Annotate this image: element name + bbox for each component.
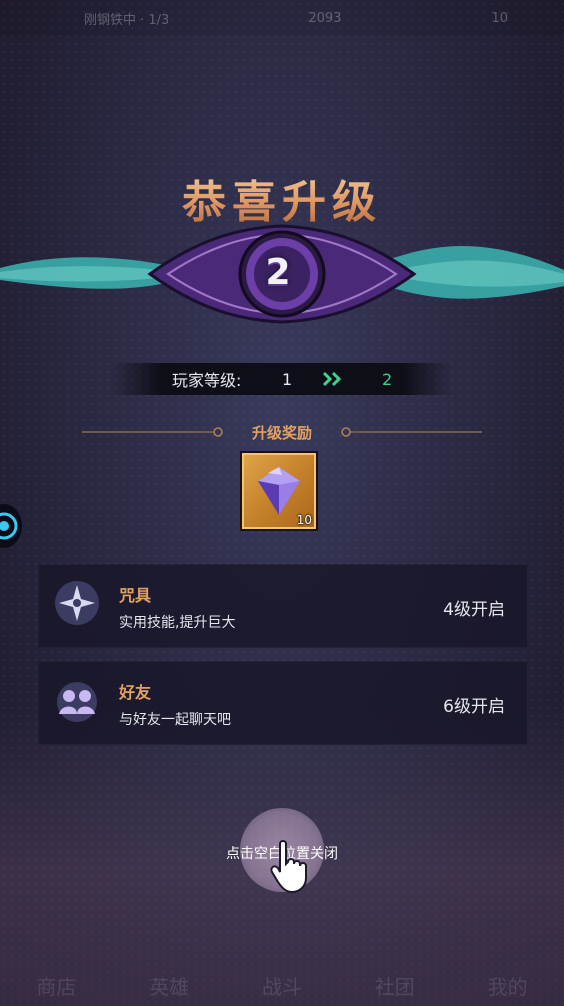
coin-count: 2093 [308,10,342,26]
player-level-new: 2 [382,369,393,389]
level-up-title: 恭喜升级 [0,166,564,230]
stage-label: 刚钢铁中 · 1/3 [84,12,170,28]
tap-hand-icon [270,840,307,894]
reward-item-slot[interactable]: 10 [240,451,318,531]
nav-item: 商店 [36,975,77,999]
reward-title: 升级奖励 [251,424,312,442]
feature-unlock-status: 4级开启 [443,600,505,620]
nav-item: 战斗 [261,975,302,999]
nav-item: 英雄 [149,975,190,999]
feature-name: 咒具 [119,586,152,605]
new-level-number: 2 [265,252,291,293]
rune-icon [0,512,18,540]
feature-description: 与好友一起聊天吧 [119,712,231,728]
nav-item: 我的 [487,975,528,999]
friends-icon [57,682,97,722]
side-shortcut-button[interactable] [0,504,22,548]
energy-count: 10 [491,10,508,26]
nav-item: 社团 [374,975,415,999]
player-level-bar: 玩家等级: 1 2 [110,363,454,395]
feature-description: 实用技能,提升巨大 [119,615,236,631]
shuriken-icon [55,581,99,625]
reward-item-count: 10 [296,513,312,527]
player-level-old: 1 [282,369,293,389]
feature-name: 好友 [119,683,152,702]
feature-unlock-status: 6级开启 [443,697,505,717]
player-level-label: 玩家等级: [172,371,242,390]
feature-row-curse-tool: 咒具 实用技能,提升巨大 4级开启 [38,564,528,648]
double-chevron-icon [322,371,342,387]
feature-row-friends: 好友 与好友一起聊天吧 6级开启 [38,661,528,745]
top-bar: 刚钢铁中 · 1/3 2093 10 [0,0,564,36]
bottom-nav: 商店 英雄 战斗 社团 我的 [0,946,564,1006]
